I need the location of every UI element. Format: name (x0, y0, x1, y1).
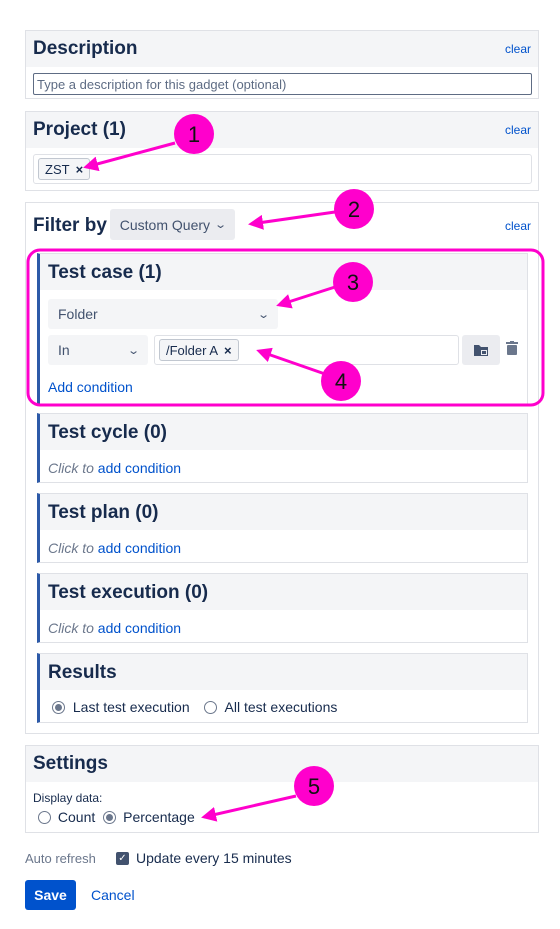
test-execution-title: Test execution (0) (48, 582, 209, 603)
last-execution-option[interactable]: Last test execution (52, 699, 190, 715)
chevron-down-icon: ⌄ (126, 344, 140, 357)
chevron-down-icon: ⌄ (214, 219, 228, 231)
test-case-title: Test case (1) (48, 262, 162, 283)
description-header: Description clear (26, 31, 538, 67)
operator-select[interactable]: In ⌄ (48, 335, 148, 365)
test-plan-add-condition-link[interactable]: add condition (98, 540, 181, 556)
filter-mode-label: Custom Query (119, 216, 211, 233)
all-executions-radio[interactable] (203, 701, 217, 714)
test-cycle-title: Test cycle (0) (48, 422, 167, 443)
filter-by-label: Filter by (33, 215, 107, 236)
click-to-text: Click to (48, 620, 94, 636)
last-execution-label: Last test execution (72, 699, 190, 715)
project-title: Project (1) (33, 119, 126, 140)
test-cycle-section: Test cycle (0) Click to add condition (37, 413, 528, 483)
folder-browse-button[interactable] (462, 335, 500, 365)
auto-refresh-option[interactable]: ✓ Update every 15 minutes (116, 850, 292, 866)
display-data-options: Count Percentage (38, 809, 195, 825)
folder-value-field[interactable]: /Folder A × (154, 335, 459, 365)
last-execution-radio[interactable] (52, 701, 65, 714)
test-case-header: Test case (1) (40, 254, 527, 290)
folder-icon (474, 345, 488, 356)
description-clear-link[interactable]: clear (505, 42, 531, 56)
test-execution-header: Test execution (0) (40, 574, 527, 610)
percentage-radio[interactable] (103, 811, 117, 824)
settings-title: Settings (33, 753, 108, 774)
test-plan-section: Test plan (0) Click to add condition (37, 493, 528, 563)
percentage-label: Percentage (123, 809, 195, 825)
project-tag: ZST × (38, 158, 91, 180)
project-header: Project (1) clear (26, 112, 538, 148)
remove-folder-icon[interactable]: × (224, 343, 232, 358)
auto-refresh-checkbox-label: Update every 15 minutes (136, 850, 292, 866)
chevron-down-icon: ⌄ (256, 308, 270, 321)
auto-refresh-label: Auto refresh (25, 851, 96, 866)
trash-icon (506, 341, 518, 355)
description-panel: Description clear (25, 30, 539, 99)
results-options: Last test execution All test executions (52, 699, 337, 715)
click-to-text: Click to (48, 540, 94, 556)
test-case-section: Test case (1) Folder ⌄ In ⌄ /Folder A × (37, 253, 528, 405)
test-plan-prompt: Click to add condition (48, 540, 181, 556)
test-cycle-add-condition-link[interactable]: add condition (98, 460, 181, 476)
test-execution-prompt: Click to add condition (48, 620, 181, 636)
folder-tag: /Folder A × (159, 339, 239, 361)
filter-mode-dropdown[interactable]: Custom Query ⌄ (110, 209, 235, 240)
auto-refresh-checkbox[interactable]: ✓ (116, 851, 129, 865)
remove-project-icon[interactable]: × (76, 162, 84, 177)
description-title: Description (33, 38, 138, 59)
test-cycle-prompt: Click to add condition (48, 460, 181, 476)
count-label: Count (57, 809, 96, 825)
count-option[interactable]: Count (38, 809, 95, 825)
test-execution-add-condition-link[interactable]: add condition (98, 620, 181, 636)
description-input[interactable] (33, 73, 532, 95)
project-tag-label: ZST (45, 161, 70, 177)
filter-clear-link[interactable]: clear (505, 219, 531, 233)
count-radio[interactable] (38, 811, 51, 824)
project-clear-link[interactable]: clear (505, 123, 531, 137)
delete-condition-button[interactable] (506, 341, 520, 359)
project-panel: Project (1) clear ZST × (25, 111, 539, 191)
save-button[interactable]: Save (25, 880, 76, 910)
test-execution-section: Test execution (0) Click to add conditio… (37, 573, 528, 643)
test-plan-header: Test plan (0) (40, 494, 527, 530)
percentage-option[interactable]: Percentage (103, 809, 195, 825)
click-to-text: Click to (48, 460, 94, 476)
all-executions-label: All test executions (224, 699, 338, 715)
test-plan-title: Test plan (0) (48, 502, 159, 523)
all-executions-option[interactable]: All test executions (203, 699, 338, 715)
folder-tag-label: /Folder A (166, 342, 219, 358)
settings-header: Settings (26, 746, 538, 782)
project-picker[interactable]: ZST × (33, 154, 532, 184)
cancel-link[interactable]: Cancel (91, 887, 135, 903)
settings-panel: Settings Display data: Count Percentage (25, 745, 539, 833)
display-data-label: Display data: (33, 791, 103, 805)
field-select-value: Folder (58, 306, 98, 322)
filter-panel: Filter by Custom Query ⌄ clear Test case… (25, 202, 539, 734)
results-header: Results (40, 654, 527, 690)
operator-select-value: In (58, 342, 70, 358)
test-cycle-header: Test cycle (0) (40, 414, 527, 450)
field-select[interactable]: Folder ⌄ (48, 299, 278, 329)
results-title: Results (48, 662, 117, 683)
add-condition-link[interactable]: Add condition (48, 379, 133, 395)
results-section: Results Last test execution All test exe… (37, 653, 528, 723)
